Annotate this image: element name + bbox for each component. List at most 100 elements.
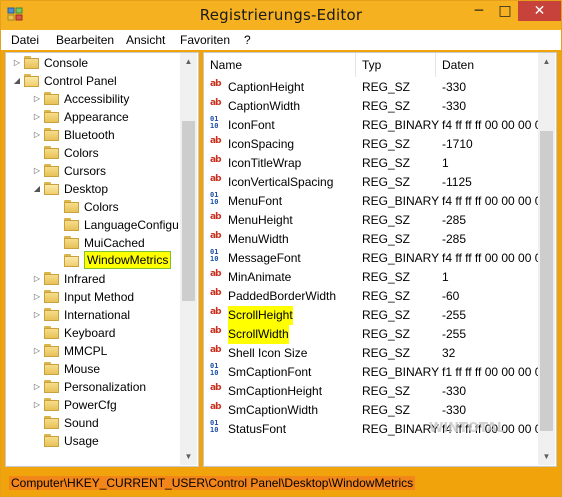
folder-icon (44, 344, 59, 357)
menu-favoriten[interactable]: Favoriten (180, 33, 230, 47)
value-data: -1125 (442, 175, 472, 189)
tree-item-label: Keyboard (64, 326, 116, 340)
tree-item[interactable]: ▷ PowerCfg (6, 396, 180, 414)
expand-arrow-icon[interactable]: ▷ (32, 126, 42, 144)
expand-arrow-icon[interactable]: ▷ (12, 54, 22, 72)
tree-item[interactable]: LanguageConfigu (6, 216, 180, 234)
tree-item[interactable]: WindowMetrics (6, 251, 180, 270)
value-row[interactable]: ab SmCaptionWidth REG_SZ -330 (204, 401, 539, 420)
scroll-up-arrow-icon[interactable]: ▲ (180, 53, 197, 70)
tree-item[interactable]: ▷ Personalization (6, 378, 180, 396)
menu-bearbeiten[interactable]: Bearbeiten (56, 33, 114, 47)
folder-icon (44, 146, 59, 159)
tree-item-label: Desktop (64, 182, 109, 196)
value-row[interactable]: ab Shell Icon Size REG_SZ 32 (204, 344, 539, 363)
tree-item-label: Cursors (64, 164, 107, 178)
key-tree[interactable]: ▷ Console ◢ Control Panel ▷ Accessibility ▷ App… (5, 52, 199, 467)
tree-item[interactable]: ◢ Desktop (6, 180, 180, 198)
expand-arrow-icon[interactable]: ▷ (32, 108, 42, 126)
tree-item[interactable]: Colors (6, 144, 180, 162)
watermark-logo: WINTOTAL (429, 421, 506, 436)
value-row[interactable]: ab SmCaptionHeight REG_SZ -330 (204, 382, 539, 401)
value-row[interactable]: ab MenuWidth REG_SZ -285 (204, 230, 539, 249)
value-row[interactable]: ab PaddedBorderWidth REG_SZ -60 (204, 287, 539, 306)
tree-item-label: LanguageConfigu (84, 218, 179, 232)
folder-icon (24, 74, 39, 87)
title-bar[interactable]: Registrierungs-Editor ─ □ ✕ (1, 1, 561, 30)
value-row[interactable]: ab MinAnimate REG_SZ 1 (204, 268, 539, 287)
value-row[interactable]: ab CaptionHeight REG_SZ -330 (204, 78, 539, 97)
value-name: MenuFont (228, 194, 283, 208)
tree-item-label: WindowMetrics (84, 251, 172, 269)
expand-arrow-icon[interactable]: ▷ (32, 270, 42, 288)
value-row[interactable]: 01 10 MenuFont REG_BINARY f4 ff ff ff 00 00 … (204, 192, 541, 211)
menu-ansicht[interactable]: Ansicht (126, 33, 165, 47)
tree-item[interactable]: Keyboard (6, 324, 180, 342)
value-row[interactable]: ab ScrollHeight REG_SZ -255 (204, 306, 539, 325)
string-value-icon: ab (210, 383, 222, 393)
folder-icon (44, 272, 59, 285)
tree-item[interactable]: Colors (6, 198, 180, 216)
tree-item[interactable]: ▷ Bluetooth (6, 126, 180, 144)
value-row[interactable]: 01 10 IconFont REG_BINARY f4 ff ff ff 00 00 … (204, 116, 541, 135)
scroll-up-arrow-icon[interactable]: ▲ (538, 53, 555, 70)
tree-item[interactable]: Sound (6, 414, 180, 432)
tree-item[interactable]: ▷ Appearance (6, 108, 180, 126)
expand-arrow-icon[interactable]: ▷ (32, 306, 42, 324)
value-name: SmCaptionHeight (228, 384, 323, 398)
expand-arrow-icon[interactable]: ▷ (32, 396, 42, 414)
value-row[interactable]: ab IconSpacing REG_SZ -1710 (204, 135, 539, 154)
expand-arrow-icon[interactable]: ▷ (32, 342, 42, 360)
tree-item[interactable]: MuiCached (6, 234, 180, 252)
tree-item[interactable]: ◢ Control Panel (6, 72, 180, 90)
tree-item[interactable]: ▷ MMCPL (6, 342, 180, 360)
tree-item[interactable]: Usage (6, 432, 180, 450)
column-header-type[interactable]: Typ (356, 53, 436, 77)
folder-icon (44, 128, 59, 141)
value-type: REG_SZ (362, 346, 411, 360)
menu-help[interactable]: ? (244, 33, 251, 47)
expand-arrow-icon[interactable]: ▷ (32, 90, 42, 108)
list-scrollbar[interactable]: ▲ ▼ (538, 53, 555, 465)
scroll-down-arrow-icon[interactable]: ▼ (538, 448, 555, 465)
expand-arrow-icon[interactable]: ▷ (32, 288, 42, 306)
collapse-arrow-icon[interactable]: ◢ (12, 72, 22, 90)
tree-item[interactable]: Mouse (6, 360, 180, 378)
expand-arrow-icon[interactable]: ▷ (32, 378, 42, 396)
tree-item[interactable]: ▷ Infrared (6, 270, 180, 288)
maximize-button[interactable]: □ (492, 1, 518, 21)
tree-item-label: Appearance (64, 110, 129, 124)
value-row[interactable]: 01 10 MessageFont REG_BINARY f4 ff ff ff 00 … (204, 249, 541, 268)
value-row[interactable]: 01 10 SmCaptionFont REG_BINARY f1 ff ff ff 0… (204, 363, 541, 382)
value-list[interactable]: Name Typ Daten ab CaptionHeight REG_SZ -330… (203, 52, 557, 467)
value-name: ScrollHeight (228, 306, 293, 325)
string-value-icon: ab (210, 307, 222, 317)
column-header-name[interactable]: Name (204, 53, 356, 77)
list-scroll-thumb[interactable] (540, 131, 553, 431)
value-row[interactable]: ab IconVerticalSpacing REG_SZ -1125 (204, 173, 539, 192)
value-row[interactable]: ab IconTitleWrap REG_SZ 1 (204, 154, 539, 173)
tree-item-label: Infrared (64, 272, 106, 286)
tree-scrollbar[interactable]: ▲ ▼ (180, 53, 197, 465)
close-button[interactable]: ✕ (518, 1, 561, 21)
minimize-button[interactable]: ─ (466, 1, 492, 21)
tree-item[interactable]: ▷ International (6, 306, 180, 324)
tree-item[interactable]: ▷ Accessibility (6, 90, 180, 108)
column-header-data[interactable]: Daten (436, 53, 539, 77)
expand-arrow-icon[interactable]: ▷ (32, 162, 42, 180)
menu-datei[interactable]: Datei (11, 33, 39, 47)
string-value-icon: ab (210, 326, 222, 336)
tree-scroll-thumb[interactable] (182, 121, 195, 301)
value-row[interactable]: ab ScrollWidth REG_SZ -255 (204, 325, 539, 344)
value-row[interactable]: ab MenuHeight REG_SZ -285 (204, 211, 539, 230)
tree-item-label: Bluetooth (64, 128, 115, 142)
tree-item[interactable]: ▷ Cursors (6, 162, 180, 180)
value-row[interactable]: ab CaptionWidth REG_SZ -330 (204, 97, 539, 116)
value-type: REG_SZ (362, 137, 411, 151)
string-value-icon: ab (210, 136, 222, 146)
value-data: 1 (442, 270, 449, 284)
collapse-arrow-icon[interactable]: ◢ (32, 180, 42, 198)
tree-item[interactable]: ▷ Console (6, 54, 180, 72)
scroll-down-arrow-icon[interactable]: ▼ (180, 448, 197, 465)
tree-item[interactable]: ▷ Input Method (6, 288, 180, 306)
